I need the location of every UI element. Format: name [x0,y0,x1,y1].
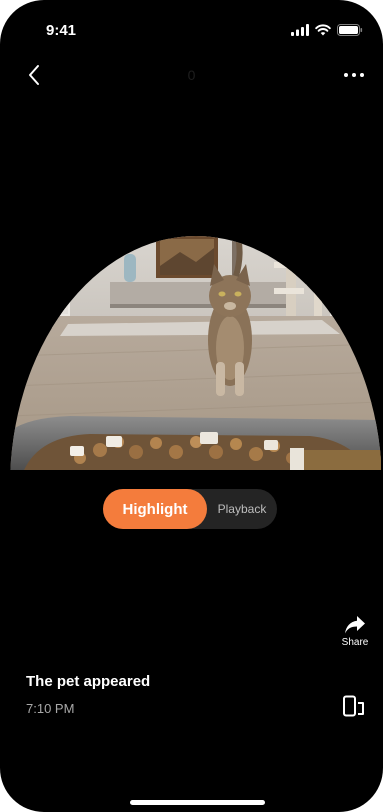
app-screen: 9:41 0 Highlight Playback Share The pet … [0,0,383,812]
view-mode-toggle: Highlight Playback [103,489,277,529]
navigation-bar: 0 [0,55,383,95]
status-bar: 9:41 [0,0,383,50]
more-horizontal-icon [344,73,364,77]
share-button[interactable]: Share [336,615,374,657]
device-view-button[interactable] [340,692,368,720]
home-indicator [130,800,265,805]
event-time: 7:10 PM [26,701,75,716]
phone-tablet-icon [343,695,364,717]
share-label: Share [341,637,369,648]
video-frame-image [10,236,381,470]
cellular-signal-icon [291,24,309,36]
wifi-icon [315,24,331,36]
video-player[interactable] [10,236,381,470]
event-title: The pet appeared [26,673,151,690]
page-title: 0 [187,67,196,83]
share-arrow-icon [345,616,365,634]
status-icons [291,24,363,36]
tab-playback[interactable]: Playback [207,489,277,529]
battery-icon [337,24,363,36]
status-time: 9:41 [46,22,77,39]
tab-highlight[interactable]: Highlight [103,489,207,529]
more-options-button[interactable] [339,63,369,87]
